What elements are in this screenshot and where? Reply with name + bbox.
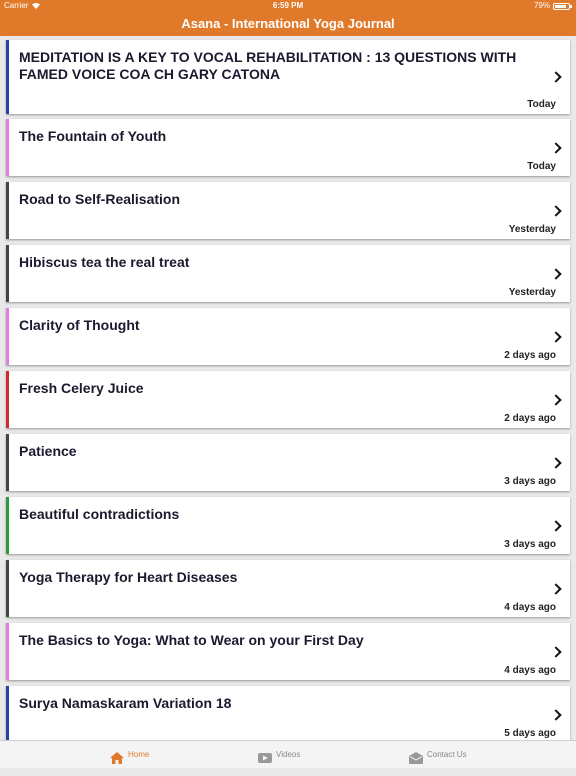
list-item[interactable]: Patience 3 days ago — [6, 434, 570, 491]
article-date: Yesterday — [508, 287, 556, 298]
list-item[interactable]: Road to Self-Realisation Yesterday — [6, 182, 570, 239]
list-item[interactable]: Beautiful contradictions 3 days ago — [6, 497, 570, 554]
article-date: 5 days ago — [504, 728, 556, 739]
chevron-right-icon — [550, 71, 562, 83]
nav-bar: Asana - International Yoga Journal — [0, 12, 576, 36]
article-date: Yesterday — [508, 224, 556, 235]
status-bar: Carrier 6:59 PM 79% — [0, 0, 576, 12]
article-title: Clarity of Thought — [19, 317, 140, 333]
home-icon — [110, 748, 124, 764]
chevron-right-icon — [550, 141, 562, 154]
page-title: Asana - International Yoga Journal — [181, 16, 395, 31]
article-date: 2 days ago — [504, 413, 556, 424]
tab-label: Home — [128, 750, 150, 759]
article-date: 2 days ago — [504, 350, 556, 361]
status-time: 6:59 PM — [272, 1, 304, 10]
list-item[interactable]: Yoga Therapy for Heart Diseases 4 days a… — [6, 560, 570, 617]
tab-bar: Home Videos Contact Us — [0, 740, 576, 768]
article-date: Today — [527, 99, 556, 110]
article-title: Hibiscus tea the real treat — [19, 254, 190, 270]
list-item[interactable]: The Fountain of Youth Today — [6, 119, 570, 176]
chevron-right-icon — [550, 582, 562, 595]
list-item[interactable]: Clarity of Thought 2 days ago — [6, 308, 570, 365]
chevron-right-icon — [550, 330, 562, 343]
tab-label: Contact Us — [427, 750, 467, 759]
article-title: Road to Self-Realisation — [19, 191, 181, 207]
tab-contact-us[interactable]: Contact Us — [409, 741, 529, 769]
article-date: 4 days ago — [504, 665, 556, 676]
chevron-right-icon — [550, 456, 562, 469]
list-item[interactable]: Fresh Celery Juice 2 days ago — [6, 371, 570, 428]
article-title: Patience — [19, 443, 77, 459]
list-item[interactable]: MEDITATION IS A KEY TO VOCAL REHABILITAT… — [6, 40, 570, 114]
article-date: 4 days ago — [504, 602, 556, 613]
list-item[interactable]: Surya Namaskaram Variation 18 5 days ago — [6, 686, 570, 740]
article-title: MEDITATION IS A KEY TO VOCAL REHABILITAT… — [19, 49, 517, 82]
article-title: The Fountain of Youth — [19, 128, 167, 144]
article-date: Today — [527, 161, 556, 172]
chevron-right-icon — [550, 204, 562, 217]
chevron-right-icon — [550, 393, 562, 406]
article-date: 3 days ago — [504, 476, 556, 487]
article-title: Surya Namaskaram Variation 18 — [19, 695, 232, 711]
tab-home[interactable]: Home — [110, 741, 230, 769]
chevron-right-icon — [550, 708, 562, 721]
article-title: Fresh Celery Juice — [19, 380, 144, 396]
article-list[interactable]: MEDITATION IS A KEY TO VOCAL REHABILITAT… — [0, 36, 576, 740]
chevron-right-icon — [550, 267, 562, 280]
article-date: 3 days ago — [504, 539, 556, 550]
battery-percent: 79% — [533, 1, 550, 10]
list-item[interactable]: Hibiscus tea the real treat Yesterday — [6, 245, 570, 302]
tab-label: Videos — [276, 750, 301, 759]
list-item[interactable]: The Basics to Yoga: What to Wear on your… — [6, 623, 570, 680]
mail-icon — [409, 748, 423, 764]
article-title: Yoga Therapy for Heart Diseases — [19, 569, 238, 585]
tab-videos[interactable]: Videos — [258, 741, 378, 769]
video-icon — [258, 748, 272, 763]
chevron-right-icon — [550, 519, 562, 532]
article-title: Beautiful contradictions — [19, 506, 180, 522]
chevron-right-icon — [550, 645, 562, 658]
battery-icon — [553, 3, 572, 10]
article-title: The Basics to Yoga: What to Wear on your… — [19, 632, 364, 648]
